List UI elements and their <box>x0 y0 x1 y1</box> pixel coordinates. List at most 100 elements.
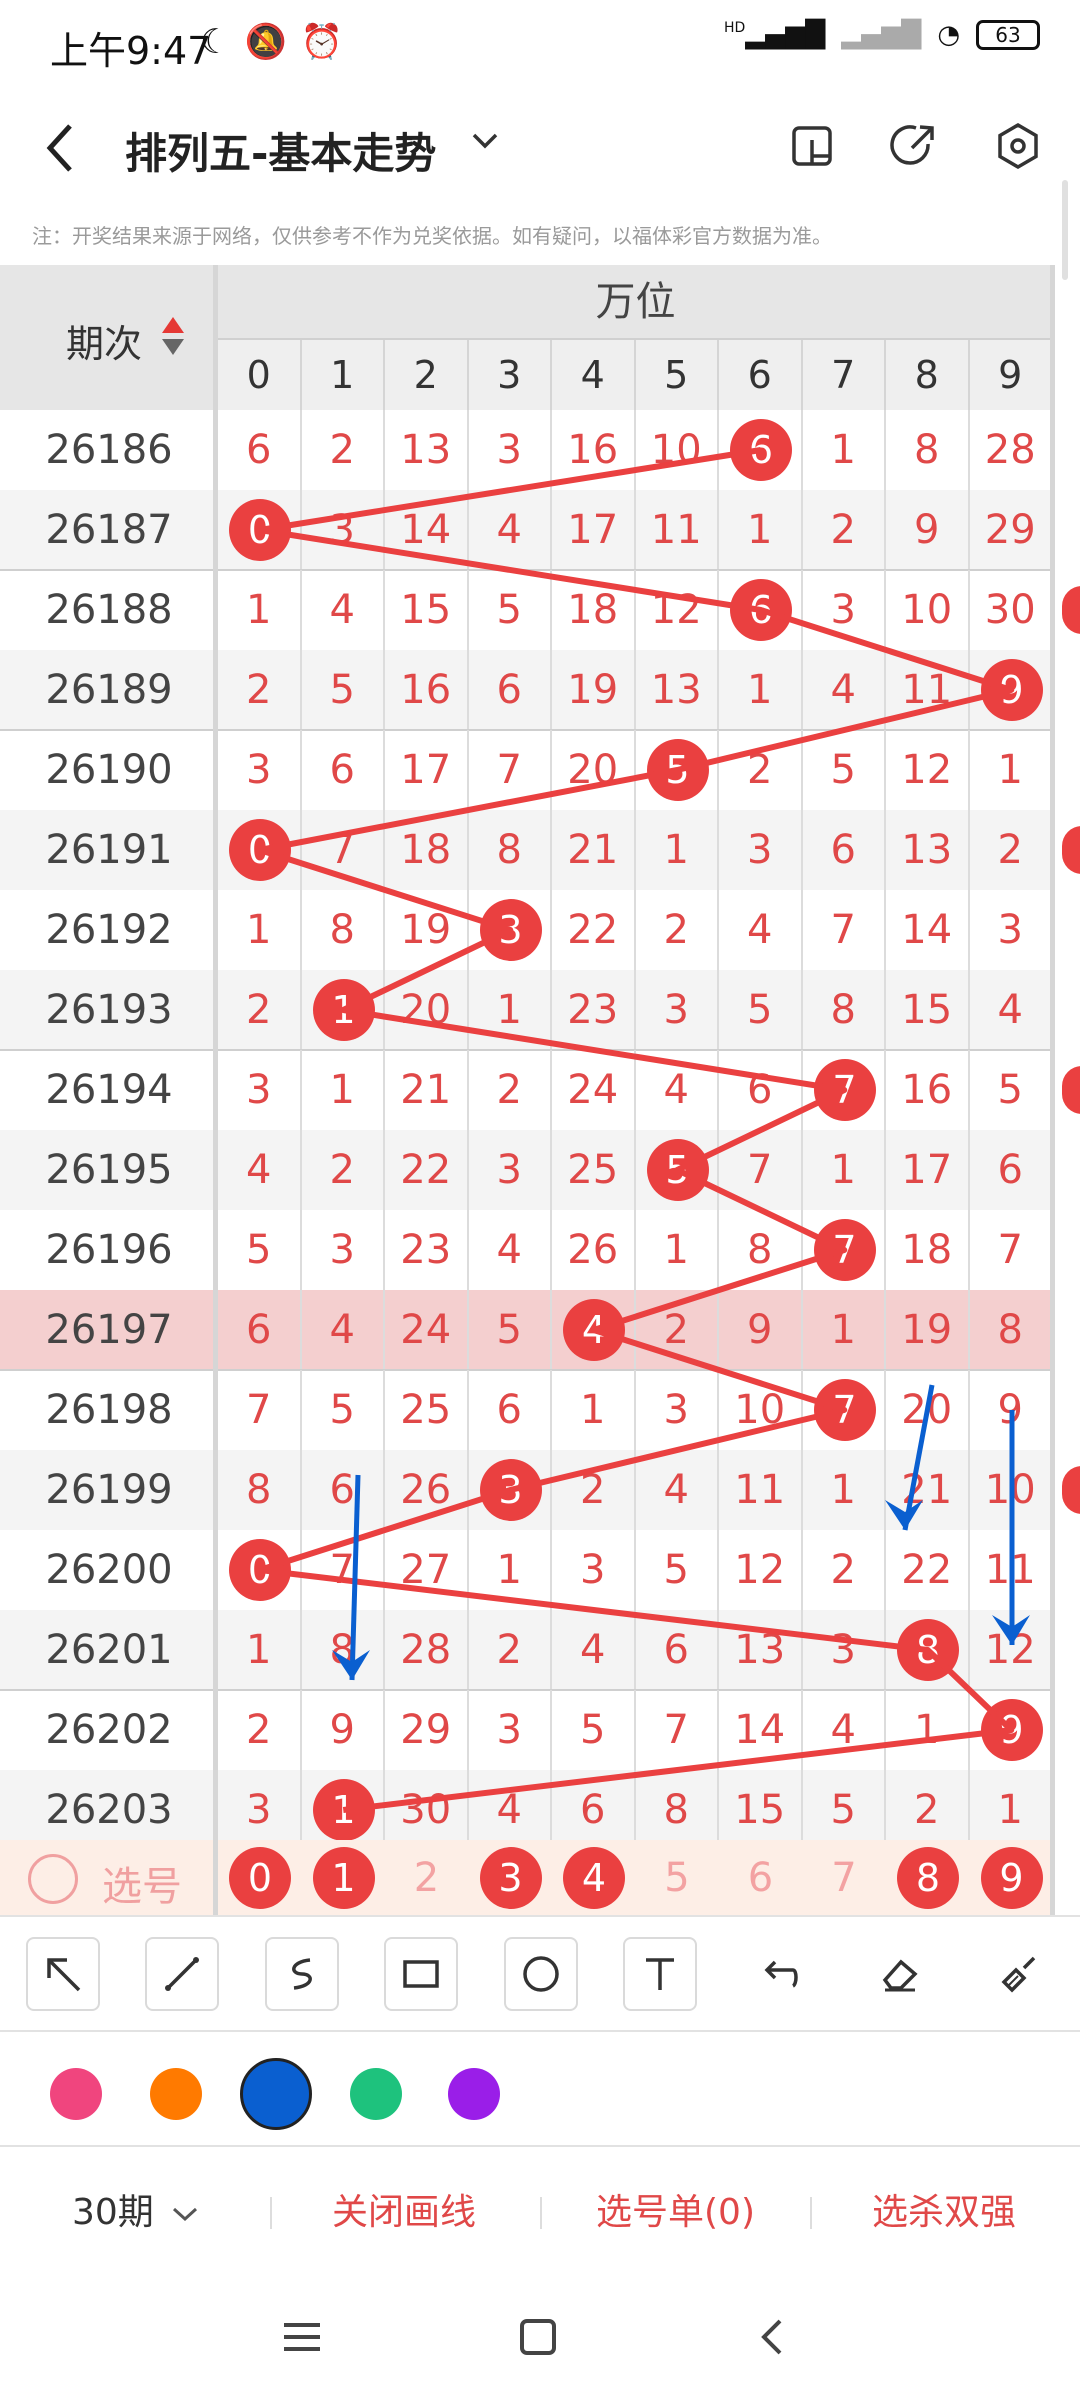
selector-number-selected[interactable]: 0 <box>229 1847 291 1909</box>
close-lines-button[interactable]: 关闭画线 <box>332 2183 476 2235</box>
selector-number-selected[interactable]: 1 <box>312 1847 375 1909</box>
eraser-icon[interactable] <box>862 1937 936 2011</box>
settings-icon[interactable] <box>994 122 1042 170</box>
table-row[interactable]: 26186 6 2 13 3 16 10 6 1 8 28 <box>0 410 1053 490</box>
selector-number[interactable]: 2 <box>385 1845 468 1911</box>
digit-cell: 5 <box>469 1290 552 1370</box>
share-icon[interactable] <box>890 122 938 170</box>
hit-ball: 7 <box>813 1059 876 1121</box>
digit-cell: 19 <box>886 1290 970 1370</box>
digit-cell: 30 <box>385 1770 469 1850</box>
undo-icon[interactable] <box>742 1937 816 2011</box>
selector-number[interactable]: 6 <box>719 1845 802 1911</box>
clear-brush-icon[interactable] <box>981 1937 1055 2011</box>
period-cell: 26201 <box>45 1627 173 1673</box>
digit-cell: 19 <box>552 650 636 730</box>
table-row[interactable]: 26196 5 3 23 4 26 1 8 7 18 7 <box>0 1210 1053 1290</box>
digit-cell: 7 <box>803 1050 886 1130</box>
table-row[interactable]: 26188 1 4 15 5 18 12 6 3 10 30 <box>0 570 1053 650</box>
digit-cell: 3 <box>803 570 886 650</box>
rectangle-tool-icon[interactable] <box>384 1937 458 2011</box>
selector-number[interactable]: 7 <box>803 1845 886 1911</box>
table-row[interactable]: 26191 0 7 18 8 21 1 3 6 13 2 <box>0 810 1053 890</box>
table-row[interactable]: 26202 2 9 29 3 5 7 14 4 1 9 <box>0 1690 1053 1770</box>
digit-cell: 0 <box>218 1530 302 1610</box>
kill-select-button[interactable]: 选杀双强 <box>872 2183 1016 2235</box>
table-row[interactable]: 26190 3 6 17 7 20 5 2 5 12 1 <box>0 730 1053 810</box>
table-row[interactable]: 26200 0 7 27 1 3 5 12 2 22 11 <box>0 1530 1053 1610</box>
table-row[interactable]: 26195 4 2 22 3 25 5 7 1 17 6 <box>0 1130 1053 1210</box>
menu-icon[interactable] <box>280 2315 324 2363</box>
battery-level: 63 <box>995 23 1021 47</box>
table-row[interactable]: 26199 8 6 26 3 2 4 11 1 21 10 <box>0 1450 1053 1530</box>
pick-list-button[interactable]: 选号单(0) <box>596 2183 755 2235</box>
offscreen-ball-indicator <box>1062 1466 1080 1514</box>
digit-cell: 1 <box>218 570 302 650</box>
digit-cell: 1 <box>886 1690 970 1770</box>
digit-cell: 10 <box>636 410 719 490</box>
page-title[interactable]: 排列五-基本走势 <box>125 120 436 181</box>
chevron-down-icon[interactable] <box>470 124 500 164</box>
digit-cell: 1 <box>803 1130 886 1210</box>
number-selector-row: 选号 0123456789 <box>0 1840 1053 1915</box>
period-header[interactable]: 期次 <box>0 265 218 410</box>
period-header-label: 期次 <box>66 322 143 366</box>
split-view-icon[interactable] <box>790 122 838 170</box>
digit-cell: 9 <box>970 1690 1053 1770</box>
digit-cell: 28 <box>385 1610 469 1690</box>
selector-number-selected[interactable]: 8 <box>897 1847 959 1909</box>
digit-header-3: 3 <box>468 340 552 410</box>
period-count-dropdown[interactable]: 30期 <box>72 2183 199 2235</box>
digit-cell: 16 <box>385 650 469 730</box>
selector-number-selected[interactable]: 9 <box>980 1847 1043 1909</box>
digit-cell: 2 <box>886 1770 970 1850</box>
home-icon[interactable] <box>516 2315 560 2363</box>
disclaimer-notice: 注：开奖结果来源于网络，仅供参考不作为兑奖依据。如有疑问，以福体彩官方数据为准。 <box>32 224 832 248</box>
digit-cell: 17 <box>552 490 636 570</box>
table-row[interactable]: 26194 3 1 21 2 24 4 6 7 16 5 <box>0 1050 1053 1130</box>
selector-number-selected[interactable]: 4 <box>563 1847 625 1909</box>
digit-cell: 7 <box>970 1210 1053 1290</box>
digit-cell: 5 <box>302 1370 385 1450</box>
digit-cell: 3 <box>302 1210 385 1290</box>
digit-cell: 5 <box>218 1210 302 1290</box>
digit-cell: 8 <box>803 970 886 1050</box>
digit-cell: 6 <box>218 410 302 490</box>
digit-cell: 7 <box>302 1530 385 1610</box>
nav-back-icon[interactable] <box>752 2315 796 2363</box>
freehand-tool-icon[interactable] <box>265 1937 339 2011</box>
table-row[interactable]: 26203 3 1 30 4 6 8 15 5 2 1 <box>0 1770 1053 1850</box>
selector-number[interactable]: 5 <box>636 1845 719 1911</box>
table-row[interactable]: 26201 1 8 28 2 4 6 13 3 8 12 <box>0 1610 1053 1690</box>
digit-cell: 13 <box>886 810 970 890</box>
table-row[interactable]: 26189 2 5 16 6 19 13 1 4 11 9 <box>0 650 1053 730</box>
digit-cell: 1 <box>803 410 886 490</box>
arrow-tool-icon[interactable] <box>26 1937 100 2011</box>
battery-icon: 63 <box>976 20 1040 50</box>
table-row[interactable]: 26193 2 1 20 1 23 3 5 8 15 4 <box>0 970 1053 1050</box>
digit-cell: 2 <box>469 1610 552 1690</box>
digit-cell: 4 <box>552 1610 636 1690</box>
selector-radio[interactable] <box>28 1854 78 1904</box>
digit-cell: 9 <box>886 490 970 570</box>
color-swatch-green[interactable] <box>350 2068 402 2120</box>
color-swatch-pink[interactable] <box>50 2068 102 2120</box>
line-tool-icon[interactable] <box>145 1937 219 2011</box>
text-tool-icon[interactable] <box>623 1937 697 2011</box>
digit-cell: 15 <box>719 1770 803 1850</box>
digit-cell: 6 <box>719 1050 803 1130</box>
table-row[interactable]: 26187 0 3 14 4 17 11 1 2 9 29 <box>0 490 1053 570</box>
color-swatch-orange[interactable] <box>150 2068 202 2120</box>
table-row[interactable]: 26198 7 5 25 6 1 3 10 7 20 9 <box>0 1370 1053 1450</box>
color-swatch-blue[interactable] <box>240 2058 312 2130</box>
digit-cell: 1 <box>302 1770 385 1850</box>
selector-number-selected[interactable]: 3 <box>479 1847 542 1909</box>
digit-cell: 1 <box>469 1530 552 1610</box>
circle-tool-icon[interactable] <box>504 1937 578 2011</box>
color-swatch-purple[interactable] <box>448 2068 500 2120</box>
table-row[interactable]: 26192 1 8 19 3 22 2 4 7 14 3 <box>0 890 1053 970</box>
period-cell: 26187 <box>45 507 173 553</box>
digit-header-8: 8 <box>886 340 970 410</box>
table-row[interactable]: 26197 6 4 24 5 4 2 9 1 19 8 <box>0 1290 1053 1370</box>
back-arrow-icon[interactable] <box>40 118 80 191</box>
